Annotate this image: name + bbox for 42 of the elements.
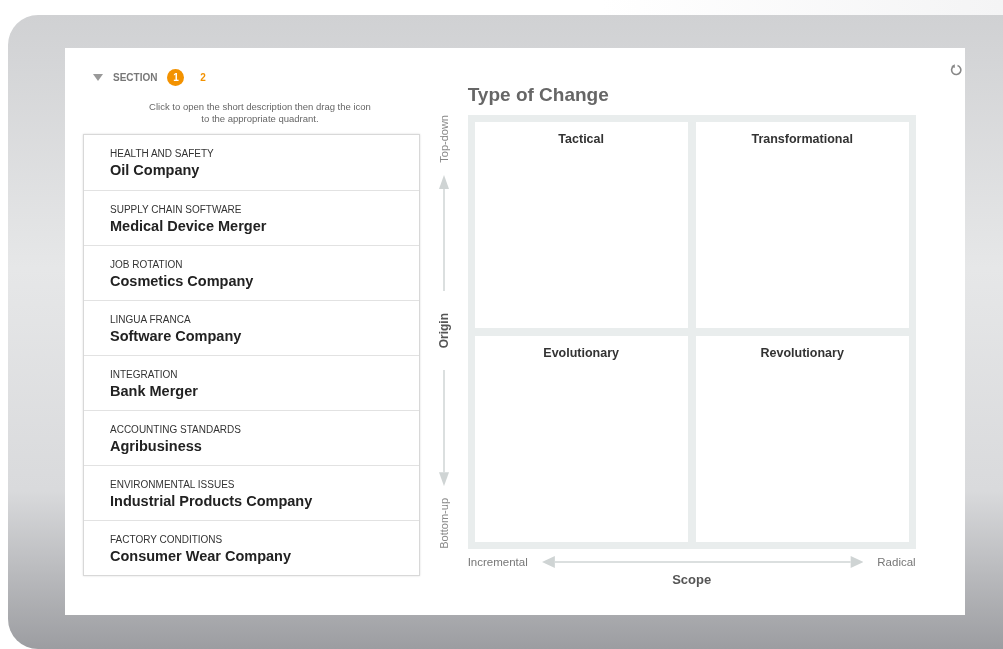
section-label: SECTION: [113, 71, 158, 83]
axis-label: Bottom-up: [437, 498, 450, 549]
arrow-up-icon: [438, 174, 449, 291]
case-item[interactable]: INTEGRATION Bank Merger: [84, 355, 419, 410]
quadrant-title: Evolutionary: [543, 346, 620, 361]
case-item[interactable]: LINGUA FRANCA Software Company: [84, 300, 419, 355]
case-item[interactable]: SUPPLY CHAIN SOFTWARE Medical Device Merger: [84, 190, 419, 245]
axis-title: Origin: [436, 312, 451, 349]
case-category: JOB ROTATION: [110, 259, 184, 270]
axis-label: Top-down: [437, 115, 450, 163]
quadrant-title: Revolutionary: [760, 346, 844, 361]
case-item[interactable]: FACTORY CONDITIONS Consumer Wear Company: [84, 520, 419, 575]
arrow-down-icon: [438, 370, 449, 487]
case-title: Agribusiness: [110, 438, 203, 454]
case-title: Medical Device Merger: [110, 218, 268, 234]
case-title: Software Company: [110, 328, 243, 344]
case-title: Consumer Wear Company: [110, 548, 293, 564]
reset-icon[interactable]: [950, 64, 962, 76]
axis-label: Incremental: [467, 556, 528, 568]
case-category: INTEGRATION: [110, 369, 179, 380]
quadrant-title: Tactical: [558, 132, 604, 147]
instructions-text: Click to open the short description then drag the icon to the appropriate quadrant.: [148, 101, 372, 125]
case-category: SUPPLY CHAIN SOFTWARE: [110, 204, 243, 215]
case-category: LINGUA FRANCA: [110, 314, 192, 325]
case-category: ACCOUNTING STANDARDS: [110, 424, 242, 435]
case-category: HEALTH AND SAFETY: [110, 148, 215, 159]
caret-icon[interactable]: [93, 73, 103, 81]
case-item[interactable]: HEALTH AND SAFETY Oil Company: [84, 135, 419, 190]
axis-label: Radical: [877, 556, 916, 568]
double-arrow-icon: [541, 556, 864, 568]
axis-title: Scope: [671, 572, 713, 587]
case-item[interactable]: ENVIRONMENTAL ISSUES Industrial Products Company: [84, 465, 419, 520]
case-category: ENVIRONMENTAL ISSUES: [110, 479, 236, 490]
case-title: Cosmetics Company: [110, 273, 255, 289]
case-item[interactable]: JOB ROTATION Cosmetics Company: [84, 245, 419, 300]
chart-title: Type of Change: [467, 84, 610, 106]
case-title: Bank Merger: [110, 383, 199, 399]
case-title: Industrial Products Company: [110, 493, 314, 509]
quadrant-title: Transformational: [751, 132, 853, 147]
case-title: Oil Company: [110, 162, 201, 178]
case-category: FACTORY CONDITIONS: [110, 534, 224, 545]
case-item[interactable]: ACCOUNTING STANDARDS Agribusiness: [84, 410, 419, 465]
